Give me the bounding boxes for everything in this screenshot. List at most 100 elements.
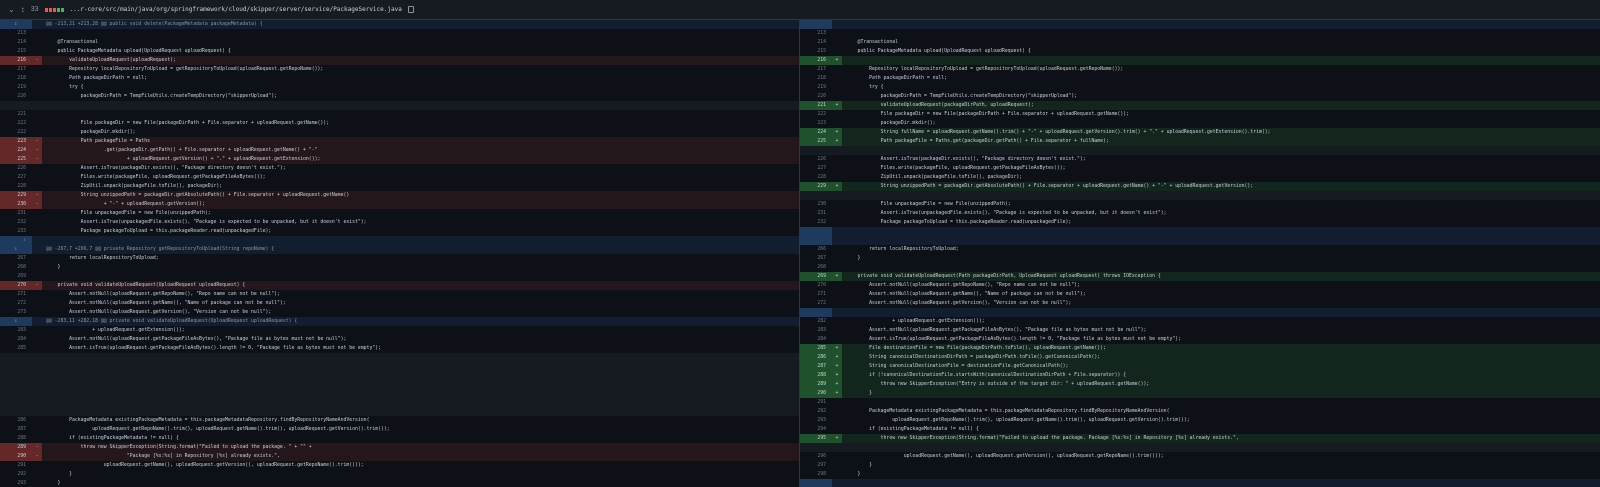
line-number[interactable]: 287 [0,425,32,434]
line-number[interactable]: 273 [0,308,32,317]
line-number[interactable]: 224 [0,146,32,155]
line-number[interactable]: 225 [800,137,832,146]
line-number[interactable]: 226 [0,164,32,173]
line-number[interactable]: 285 [800,344,832,353]
expand-all-icon[interactable]: ↕ [21,5,25,14]
line-number[interactable]: 222 [0,128,32,137]
expand-lines-row[interactable] [800,479,1600,487]
expand-lines-row[interactable]: ↕ [0,236,799,245]
line-number[interactable]: 214 [0,38,32,47]
file-path[interactable]: ...r-core/src/main/java/org/springframew… [70,6,402,13]
line-number[interactable]: 297 [800,461,832,470]
line-number[interactable]: 292 [0,470,32,479]
line-number[interactable]: 292 [800,407,832,416]
line-number[interactable]: 233 [0,227,32,236]
line-number[interactable]: 272 [800,299,832,308]
line-number[interactable]: 215 [800,47,832,56]
line-number[interactable]: 286 [0,416,32,425]
line-number[interactable]: 228 [0,182,32,191]
line-number[interactable]: ↕ [0,20,32,29]
line-number[interactable]: 218 [800,74,832,83]
line-number[interactable]: 271 [800,290,832,299]
line-number[interactable] [800,146,832,155]
line-number[interactable]: 266 [800,245,832,254]
hunk-header-row[interactable] [800,20,1600,29]
line-number[interactable]: 223 [800,119,832,128]
line-number[interactable]: 215 [0,47,32,56]
line-number[interactable] [0,371,32,380]
line-number[interactable]: 285 [0,344,32,353]
line-number[interactable] [0,380,32,389]
line-number[interactable]: 269 [800,272,832,281]
line-number[interactable]: 291 [800,398,832,407]
line-number[interactable]: 227 [800,164,832,173]
expand-lines-row[interactable] [800,227,1600,236]
line-number[interactable]: 220 [0,92,32,101]
line-number[interactable]: 294 [800,425,832,434]
hunk-header-row[interactable] [800,308,1600,317]
hunk-header-row[interactable] [800,236,1600,245]
line-number[interactable]: 218 [0,74,32,83]
line-number[interactable] [800,479,832,487]
line-number[interactable]: 221 [0,110,32,119]
line-number[interactable]: 231 [0,209,32,218]
line-number[interactable]: 213 [800,29,832,38]
copy-path-icon[interactable] [407,6,414,13]
line-number[interactable] [0,362,32,371]
line-number[interactable] [0,389,32,398]
line-number[interactable]: 283 [800,326,832,335]
line-number[interactable]: 269 [0,272,32,281]
line-number[interactable]: 213 [0,29,32,38]
line-number[interactable]: 290 [800,389,832,398]
line-number[interactable]: 293 [800,416,832,425]
line-number[interactable]: 217 [0,65,32,74]
line-number[interactable]: 289 [800,380,832,389]
hunk-header-row[interactable]: ↕ @@ -267,7 +266,7 @@ private Repository … [0,245,799,254]
line-number[interactable]: 293 [0,479,32,487]
line-number[interactable]: 232 [800,218,832,227]
hunk-header-row[interactable]: ↕ @@ -283,11 +282,18 @@ private void vali… [0,317,799,326]
line-number[interactable]: 291 [0,461,32,470]
line-number[interactable]: 229 [0,191,32,200]
line-number[interactable]: 216 [800,56,832,65]
line-number[interactable] [0,353,32,362]
line-number[interactable] [0,398,32,407]
line-number[interactable] [800,20,832,29]
line-number[interactable]: 217 [800,65,832,74]
line-number[interactable]: 283 [0,326,32,335]
line-number[interactable]: 282 [800,317,832,326]
line-number[interactable]: 219 [800,83,832,92]
line-number[interactable]: 286 [800,353,832,362]
line-number[interactable]: ↕ [0,317,32,326]
line-number[interactable]: 267 [800,254,832,263]
line-number[interactable]: 288 [0,434,32,443]
line-number[interactable]: 268 [0,263,32,272]
line-number[interactable]: 214 [800,38,832,47]
line-number[interactable]: 221 [800,101,832,110]
line-number[interactable]: 225 [0,155,32,164]
line-number[interactable]: 219 [0,83,32,92]
line-number[interactable]: 227 [0,173,32,182]
line-number[interactable]: ↕ [0,236,32,245]
line-number[interactable]: 296 [800,452,832,461]
line-number[interactable]: 267 [0,254,32,263]
line-number[interactable] [0,407,32,416]
line-number[interactable]: 232 [0,218,32,227]
line-number[interactable]: 290 [0,452,32,461]
line-number[interactable]: 270 [0,281,32,290]
line-number[interactable]: 226 [800,155,832,164]
line-number[interactable]: 271 [0,290,32,299]
line-number[interactable]: 220 [800,92,832,101]
line-number[interactable]: 295 [800,434,832,443]
line-number[interactable] [800,227,832,236]
line-number[interactable]: 231 [800,209,832,218]
line-number[interactable]: 216 [0,56,32,65]
line-number[interactable]: 284 [0,335,32,344]
line-number[interactable]: 272 [0,299,32,308]
line-number[interactable] [0,101,32,110]
line-number[interactable]: 287 [800,362,832,371]
line-number[interactable]: 222 [800,110,832,119]
line-number[interactable]: 284 [800,335,832,344]
line-number[interactable]: 223 [0,137,32,146]
line-number[interactable]: 270 [800,281,832,290]
